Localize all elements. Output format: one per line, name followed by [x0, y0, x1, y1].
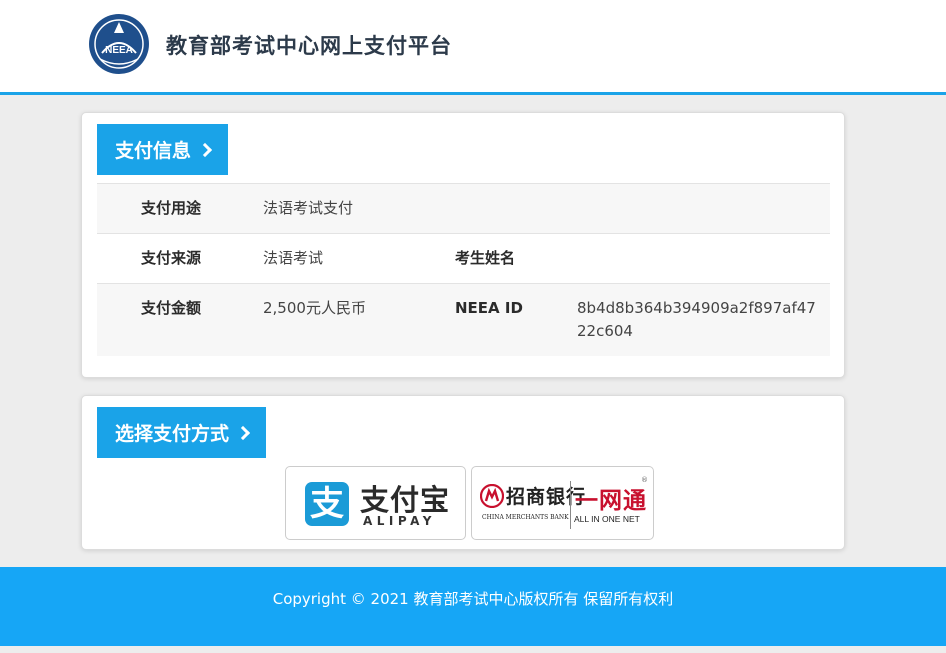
alipay-name-en: ALIPAY [363, 514, 436, 528]
cmb-button[interactable]: 招商银行 CHINA MERCHANTS BANK 一网通 ALL IN ONE… [471, 466, 654, 540]
cmb-name-cn: 招商银行 [506, 486, 587, 508]
alipay-button[interactable]: 支 支付宝 ALIPAY [285, 466, 466, 540]
site-header: NEEA 教育部考试中心网上支付平台 [0, 0, 946, 95]
cmb-product-en: ALL IN ONE NET [574, 514, 640, 524]
amount-label: 支付金额 [141, 299, 202, 317]
purpose-label: 支付用途 [141, 199, 202, 217]
source-label: 支付来源 [141, 249, 202, 267]
neea-id-value: 8b4d8b364b394909a2f897af4722c604 [577, 299, 816, 340]
chevron-right-icon [197, 142, 213, 157]
site-title: 教育部考试中心网上支付平台 [166, 34, 452, 58]
payment-info-card: 支付信息 支付用途 法语考试支付 支付来源 法语考试 考生姓名 支付金额 2,5… [81, 112, 845, 378]
payment-info-table: 支付用途 法语考试支付 支付来源 法语考试 考生姓名 支付金额 2,500元人民… [97, 183, 830, 356]
table-row: 支付金额 2,500元人民币 NEEA ID 8b4d8b364b394909a… [97, 283, 830, 356]
registered-mark: ® [641, 476, 648, 484]
source-value: 法语考试 [263, 249, 324, 267]
payment-info-title: 支付信息 [115, 140, 192, 162]
payment-method-section-tag: 选择支付方式 [97, 407, 267, 458]
table-row: 支付来源 法语考试 考生姓名 [97, 233, 830, 284]
neea-id-label: NEEA ID [455, 299, 523, 317]
table-row: 支付用途 法语考试支付 [97, 183, 830, 234]
copyright-text: Copyright © 2021 教育部考试中心版权所有 保留所有权利 [272, 590, 674, 608]
site-footer: Copyright © 2021 教育部考试中心版权所有 保留所有权利 [0, 567, 946, 646]
payment-method-card: 选择支付方式 支 支付宝 ALIPAY 招商银行 CHINA MERCHANTS… [81, 395, 845, 550]
neea-logo[interactable]: NEEA [88, 13, 150, 75]
purpose-value: 法语考试支付 [263, 199, 354, 217]
candidate-name-value [577, 234, 830, 284]
candidate-name-label: 考生姓名 [455, 249, 516, 267]
cmb-logo-icon [480, 484, 504, 508]
alipay-name-cn: 支付宝 [360, 483, 451, 517]
cmb-name-en: CHINA MERCHANTS BANK [482, 514, 569, 521]
payment-info-section-tag: 支付信息 [97, 124, 229, 175]
amount-value: 2,500元人民币 [263, 299, 366, 317]
chevron-right-icon [235, 425, 251, 440]
logo-text: NEEA [105, 45, 133, 56]
alipay-icon: 支 [305, 482, 349, 526]
payment-method-title: 选择支付方式 [115, 423, 230, 445]
cmb-product-cn: 一网通 [575, 488, 647, 514]
cmb-divider [570, 481, 571, 529]
